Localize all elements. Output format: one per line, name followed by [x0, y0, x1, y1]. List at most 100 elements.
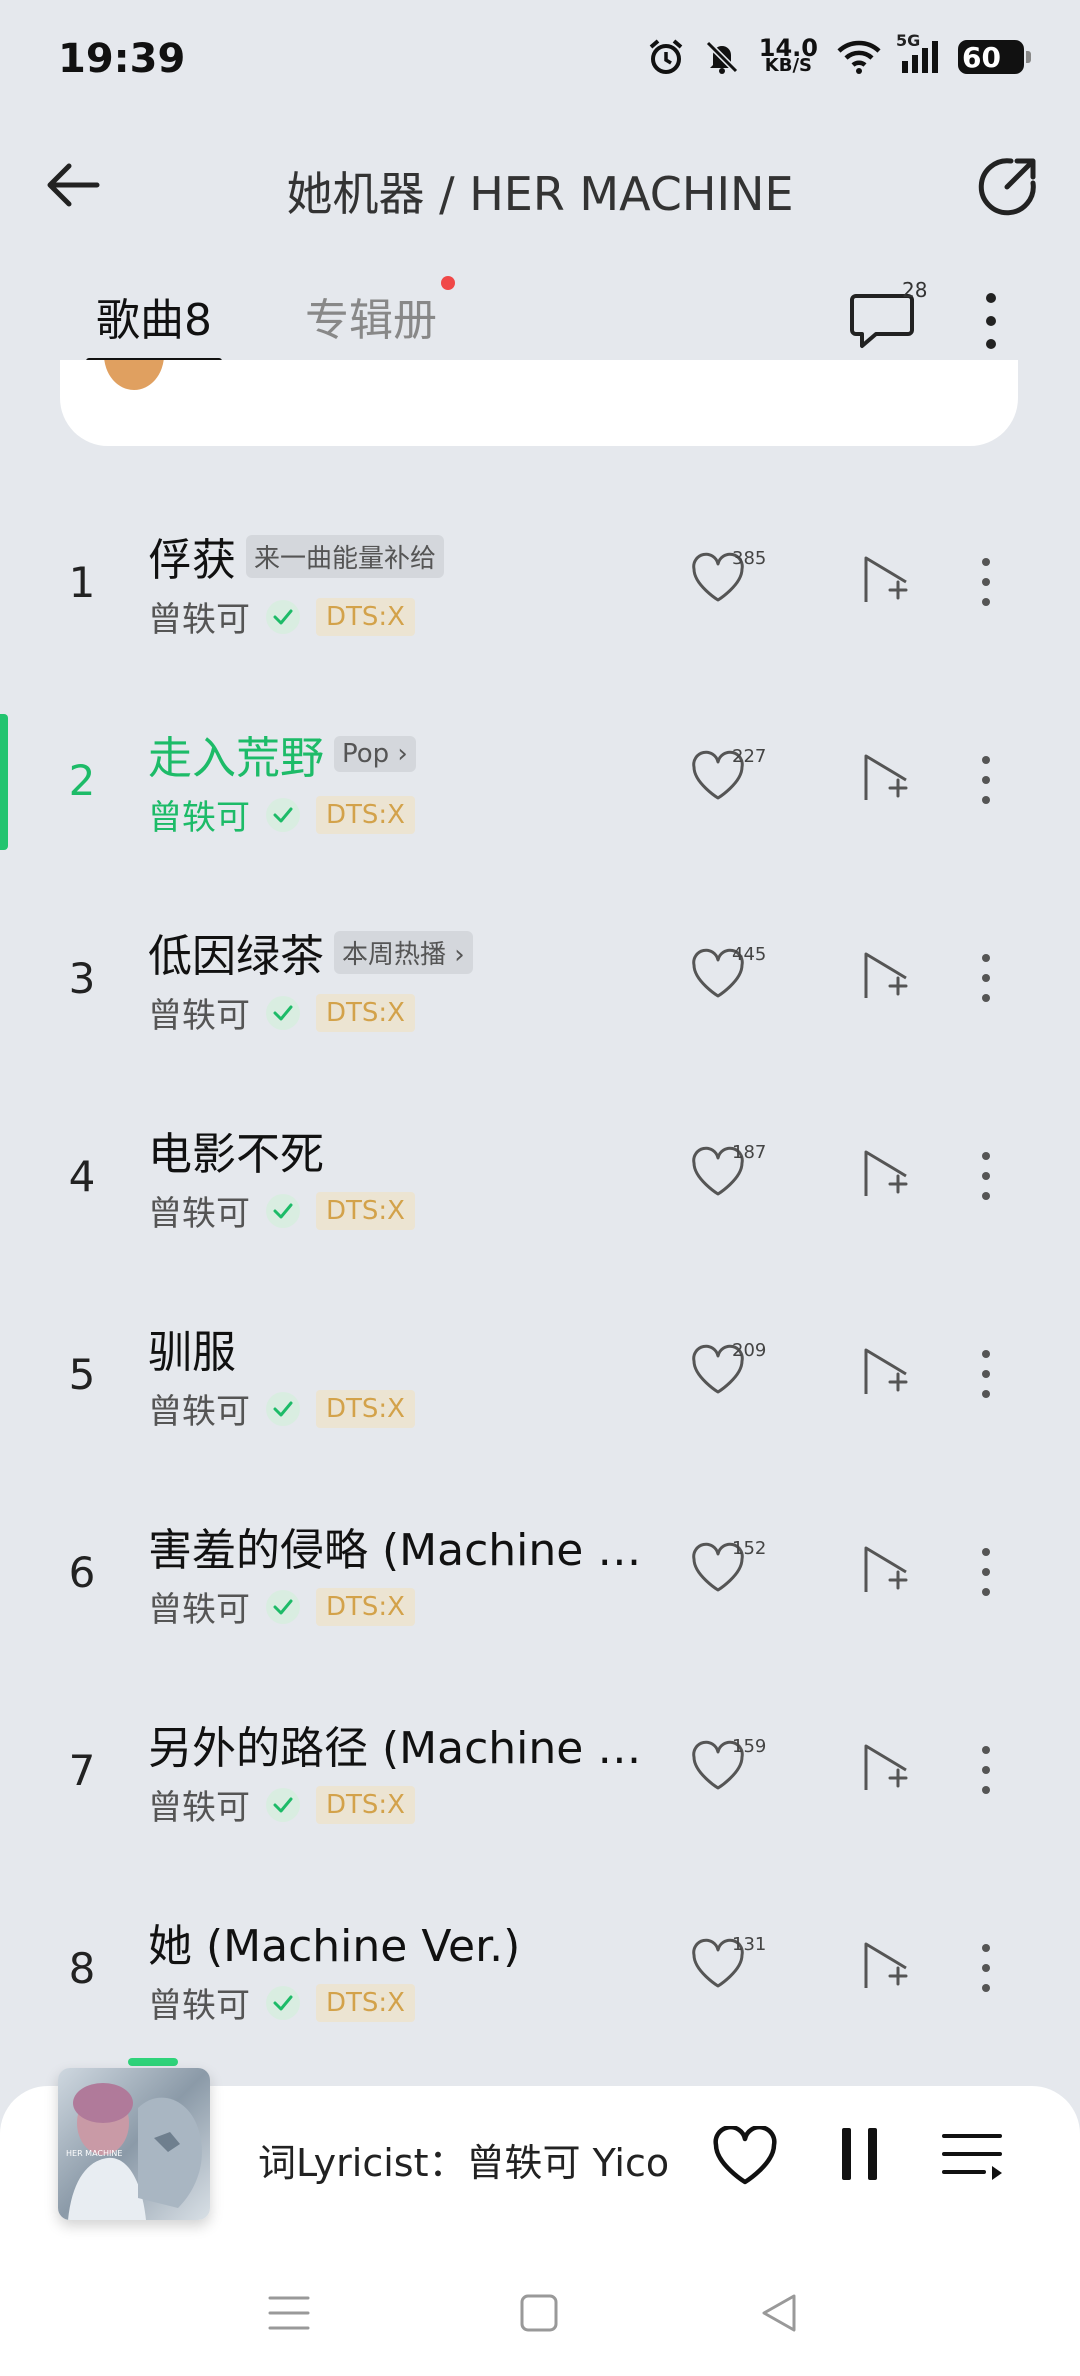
playlist-icon	[942, 2134, 1002, 2180]
album-cover[interactable]: HER MACHINE	[58, 2068, 210, 2220]
more-vertical-icon	[982, 1350, 990, 1398]
song-artist[interactable]: 曾轶可	[148, 1384, 250, 1433]
song-row[interactable]: 4 电影不死 曾轶可 DTS:X 187	[0, 1074, 1080, 1272]
back-nav-button[interactable]	[754, 2288, 804, 2338]
song-subline: 曾轶可 DTS:X	[148, 790, 415, 839]
song-row[interactable]: 2 走入荒野 Pop › 曾轶可 DTS:X 227	[0, 678, 1080, 876]
song-number: 1	[68, 558, 96, 607]
add-to-playlist-button[interactable]	[860, 1146, 916, 1206]
player-like-button[interactable]	[712, 2125, 780, 2190]
song-subline: 曾轶可 DTS:X	[148, 1186, 415, 1235]
tabs: 歌曲8 专辑册 28	[0, 260, 1080, 370]
battery-level: 60	[962, 40, 1001, 74]
like-count: 445	[732, 944, 767, 965]
home-nav-button[interactable]	[514, 2288, 564, 2338]
tab-songs[interactable]: 歌曲8	[96, 284, 212, 348]
song-title-line: 她 (Machine Ver.)	[148, 1910, 520, 1974]
row-more-button[interactable]	[980, 1940, 1000, 1996]
tab-albums[interactable]: 专辑册	[305, 284, 437, 348]
row-more-button[interactable]	[980, 1148, 1000, 1204]
song-artist[interactable]: 曾轶可	[148, 1978, 250, 2027]
share-button[interactable]	[972, 150, 1044, 222]
add-to-playlist-button[interactable]	[860, 1542, 916, 1602]
song-tag[interactable]: 来一曲能量补给	[246, 534, 445, 578]
check-icon	[266, 1985, 300, 2020]
add-playlist-icon	[864, 1546, 908, 1592]
add-to-playlist-button[interactable]	[860, 750, 916, 810]
song-artist[interactable]: 曾轶可	[148, 1582, 250, 1631]
song-artist[interactable]: 曾轶可	[148, 1186, 250, 1235]
row-more-button[interactable]	[980, 1742, 1000, 1798]
alarm-icon	[647, 38, 685, 76]
wifi-icon	[836, 39, 882, 75]
row-more-button[interactable]	[980, 752, 1000, 808]
check-icon	[266, 1391, 300, 1426]
add-to-playlist-button[interactable]	[860, 948, 916, 1008]
song-artist[interactable]: 曾轶可	[148, 1780, 250, 1829]
song-subline: 曾轶可 DTS:X	[148, 1780, 415, 1829]
song-subline: 曾轶可 DTS:X	[148, 1384, 415, 1433]
add-playlist-icon	[864, 556, 908, 602]
song-row[interactable]: 6 害羞的侵略 (Machine V... 曾轶可 DTS:X 152	[0, 1470, 1080, 1668]
song-title: 另外的路径 (Machine V...	[148, 1723, 648, 1774]
song-row[interactable]: 3 低因绿茶 本周热播 › 曾轶可 DTS:X 445	[0, 876, 1080, 1074]
avatar	[104, 360, 164, 390]
song-title-line: 低因绿茶 本周热播 ›	[148, 920, 473, 984]
more-vertical-icon	[982, 1944, 990, 1992]
banner-card[interactable]	[60, 360, 1018, 446]
song-title-line: 走入荒野 Pop ›	[148, 722, 416, 786]
song-artist[interactable]: 曾轶可	[148, 790, 250, 839]
like-count: 227	[732, 746, 767, 767]
more-vertical-icon	[982, 954, 990, 1002]
song-artist[interactable]: 曾轶可	[148, 592, 250, 641]
song-list: 1 俘获 来一曲能量补给 曾轶可 DTS:X 385 2 走入荒野 Pop ›	[0, 480, 1080, 2064]
song-title-line: 害羞的侵略 (Machine V...	[148, 1514, 648, 1578]
more-vertical-icon	[982, 756, 990, 804]
add-to-playlist-button[interactable]	[860, 1938, 916, 1998]
page-title: 她机器 / HER MACHINE	[286, 167, 794, 221]
network-type: 5G	[896, 31, 921, 50]
dts-badge: DTS:X	[316, 1587, 415, 1626]
row-more-button[interactable]	[980, 950, 1000, 1006]
more-button[interactable]	[966, 286, 998, 356]
cover-text: HER MACHINE	[66, 2149, 122, 2158]
mini-player[interactable]: HER MACHINE 词Lyricist：曾轶可 Yico	[0, 2058, 1080, 2246]
song-row[interactable]: 5 驯服 曾轶可 DTS:X 209	[0, 1272, 1080, 1470]
pause-button[interactable]	[838, 2124, 886, 2188]
song-title: 害羞的侵略 (Machine V...	[148, 1525, 648, 1576]
song-subline: 曾轶可 DTS:X	[148, 592, 415, 641]
song-tag[interactable]: 本周热播 ›	[334, 930, 473, 974]
battery-icon: 60	[958, 40, 1031, 74]
row-more-button[interactable]	[980, 1544, 1000, 1600]
song-row[interactable]: 8 她 (Machine Ver.) 曾轶可 DTS:X 131	[0, 1866, 1080, 2064]
dts-badge: DTS:X	[316, 1983, 415, 2022]
song-number: 8	[68, 1944, 96, 1993]
song-number: 5	[68, 1350, 96, 1399]
song-artist[interactable]: 曾轶可	[148, 988, 250, 1037]
now-playing-lyric: 词Lyricist：曾轶可 Yico	[258, 2141, 670, 2185]
dts-badge: DTS:X	[316, 597, 415, 636]
status-bar: 19:39 14.0 KB/S 5G 60	[0, 0, 1080, 120]
add-to-playlist-button[interactable]	[860, 552, 916, 612]
song-title: 驯服	[148, 1327, 236, 1378]
song-number: 7	[68, 1746, 96, 1795]
song-tag[interactable]: Pop ›	[334, 736, 416, 772]
add-to-playlist-button[interactable]	[860, 1740, 916, 1800]
album-art-image: HER MACHINE	[58, 2068, 210, 2220]
check-icon	[266, 1787, 300, 1822]
row-more-button[interactable]	[980, 554, 1000, 610]
more-vertical-icon	[982, 1548, 990, 1596]
song-subline: 曾轶可 DTS:X	[148, 988, 415, 1037]
playlist-button[interactable]	[940, 2126, 1006, 2190]
menu-nav-button[interactable]	[264, 2288, 314, 2338]
row-more-button[interactable]	[980, 1346, 1000, 1402]
song-subline: 曾轶可 DTS:X	[148, 1978, 415, 2027]
add-to-playlist-button[interactable]	[860, 1344, 916, 1404]
check-icon	[266, 599, 300, 634]
more-vertical-icon	[986, 293, 996, 349]
song-row[interactable]: 7 另外的路径 (Machine V... 曾轶可 DTS:X 159	[0, 1668, 1080, 1866]
check-icon	[266, 797, 300, 832]
song-row[interactable]: 1 俘获 来一曲能量补给 曾轶可 DTS:X 385	[0, 480, 1080, 678]
song-title: 她 (Machine Ver.)	[148, 1921, 521, 1972]
signal-icon: 5G	[896, 31, 940, 75]
